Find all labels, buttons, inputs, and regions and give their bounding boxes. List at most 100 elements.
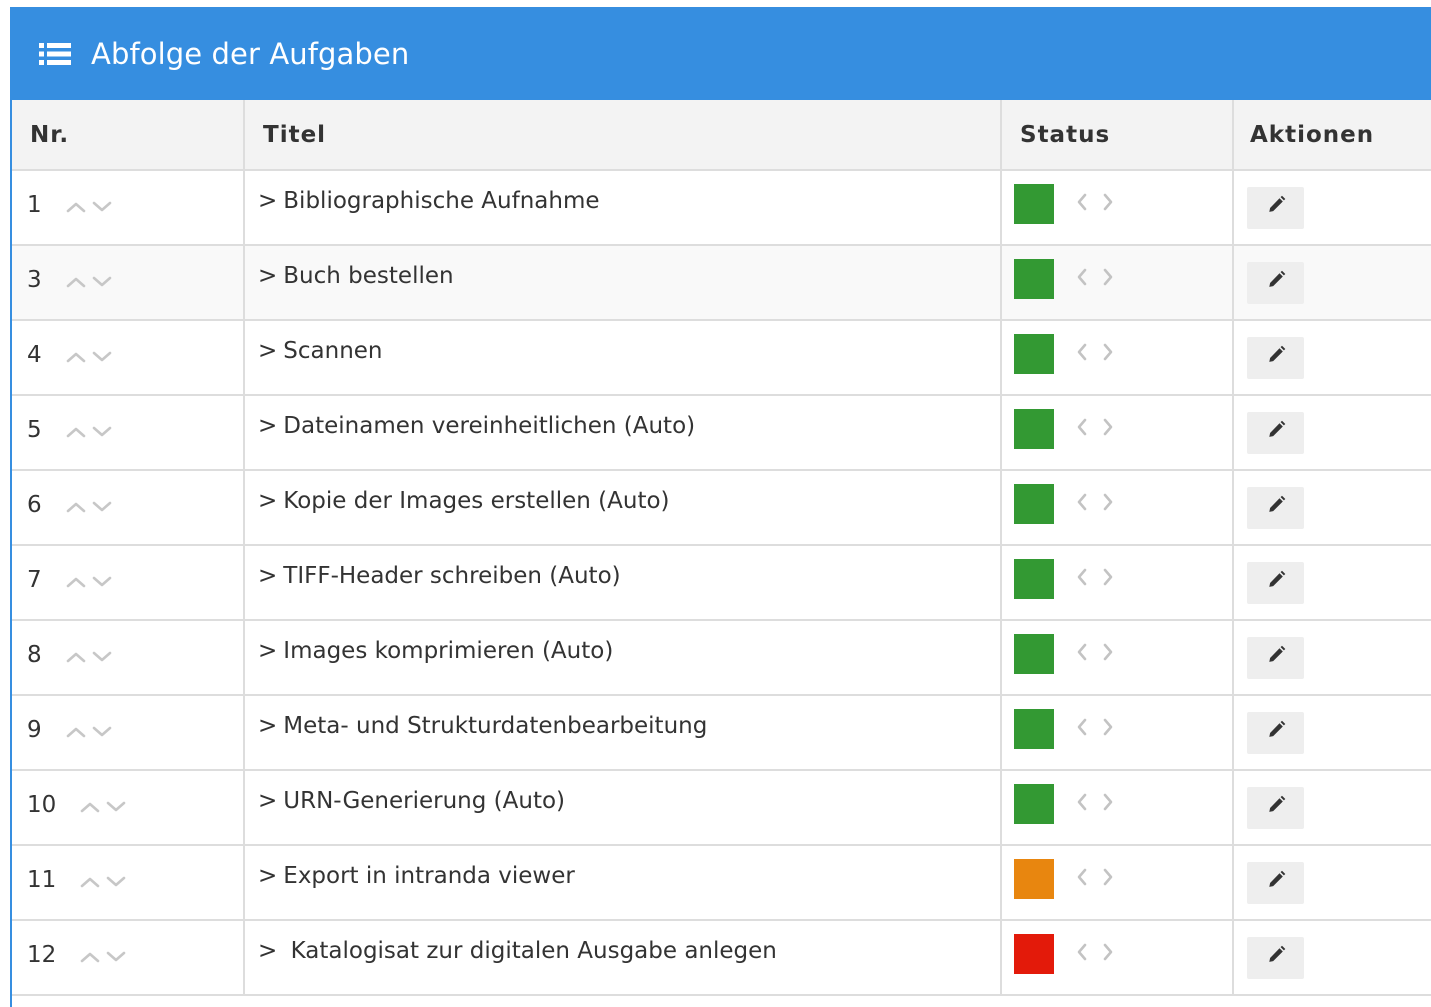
task-title-toggle[interactable]: > Export in intranda viewer — [246, 847, 999, 889]
task-title-toggle[interactable]: > Images komprimieren (Auto) — [246, 622, 999, 664]
move-up-icon[interactable] — [65, 494, 87, 520]
task-number: 4 — [27, 341, 42, 368]
status-previous-icon[interactable] — [1076, 942, 1088, 968]
pencil-icon — [1266, 645, 1286, 671]
chevron-right-icon: > — [258, 938, 278, 964]
edit-task-button[interactable] — [1247, 937, 1304, 979]
actions-cell — [1233, 545, 1431, 621]
task-title-toggle[interactable]: > Bibliographische Aufnahme — [246, 172, 999, 214]
chevron-right-icon: > — [258, 263, 278, 289]
move-up-icon[interactable] — [79, 944, 101, 970]
task-number: 11 — [27, 866, 57, 893]
move-up-icon[interactable] — [65, 644, 87, 670]
task-title: Katalogisat zur digitalen Ausgabe anlege… — [283, 938, 777, 964]
task-title-toggle[interactable]: > Kopie der Images erstellen (Auto) — [246, 472, 999, 514]
move-up-icon[interactable] — [65, 719, 87, 745]
move-up-icon[interactable] — [65, 344, 87, 370]
status-indicator — [1014, 484, 1054, 524]
status-next-icon[interactable] — [1102, 792, 1114, 818]
column-header-status: Status — [1001, 100, 1234, 171]
status-indicator — [1014, 784, 1054, 824]
status-next-icon[interactable] — [1102, 642, 1114, 668]
actions-cell — [1233, 770, 1431, 846]
move-down-icon[interactable] — [91, 269, 113, 295]
status-previous-icon[interactable] — [1076, 717, 1088, 743]
edit-task-button[interactable] — [1247, 412, 1304, 454]
status-next-icon[interactable] — [1102, 492, 1114, 518]
move-up-icon[interactable] — [65, 569, 87, 595]
status-previous-icon[interactable] — [1076, 642, 1088, 668]
task-title-toggle[interactable]: > URN-Generierung (Auto) — [246, 772, 999, 814]
nr-cell: 10 — [12, 770, 245, 846]
status-previous-icon[interactable] — [1076, 267, 1088, 293]
edit-task-button[interactable] — [1247, 262, 1304, 304]
move-up-icon[interactable] — [65, 194, 87, 220]
chevron-right-icon: > — [258, 338, 278, 364]
edit-task-button[interactable] — [1247, 787, 1304, 829]
move-down-icon[interactable] — [91, 419, 113, 445]
move-down-icon[interactable] — [105, 794, 127, 820]
task-title-toggle[interactable]: > Katalogisat zur digitalen Ausgabe anle… — [246, 922, 999, 964]
edit-task-button[interactable] — [1247, 637, 1304, 679]
edit-task-button[interactable] — [1247, 862, 1304, 904]
move-up-icon[interactable] — [79, 869, 101, 895]
task-title-toggle[interactable]: > Scannen — [246, 322, 999, 364]
task-number: 1 — [27, 191, 42, 218]
move-down-icon[interactable] — [91, 569, 113, 595]
status-next-icon[interactable] — [1102, 417, 1114, 443]
table-row: 1 > Bibliographische Aufnahme — [12, 170, 1431, 246]
status-previous-icon[interactable] — [1076, 867, 1088, 893]
move-down-icon[interactable] — [91, 194, 113, 220]
status-previous-icon[interactable] — [1076, 342, 1088, 368]
status-next-icon[interactable] — [1102, 342, 1114, 368]
status-next-icon[interactable] — [1102, 717, 1114, 743]
status-previous-icon[interactable] — [1076, 492, 1088, 518]
status-previous-icon[interactable] — [1076, 567, 1088, 593]
status-next-icon[interactable] — [1102, 192, 1114, 218]
move-down-icon[interactable] — [105, 869, 127, 895]
move-down-icon[interactable] — [91, 719, 113, 745]
edit-task-button[interactable] — [1247, 712, 1304, 754]
move-up-icon[interactable] — [65, 269, 87, 295]
move-up-icon[interactable] — [65, 419, 87, 445]
chevron-right-icon: > — [258, 488, 278, 514]
status-next-icon[interactable] — [1102, 942, 1114, 968]
status-cell — [1001, 620, 1234, 696]
status-cell — [1001, 545, 1234, 621]
task-title: TIFF-Header schreiben (Auto) — [283, 563, 621, 589]
status-next-icon[interactable] — [1102, 867, 1114, 893]
status-next-icon[interactable] — [1102, 567, 1114, 593]
chevron-right-icon: > — [258, 713, 278, 739]
task-title: Images komprimieren (Auto) — [283, 638, 614, 664]
move-down-icon[interactable] — [91, 644, 113, 670]
status-previous-icon[interactable] — [1076, 792, 1088, 818]
edit-task-button[interactable] — [1247, 337, 1304, 379]
edit-task-button[interactable] — [1247, 487, 1304, 529]
pencil-icon — [1266, 795, 1286, 821]
task-title-toggle[interactable]: > Meta- und Strukturdatenbearbeitung — [246, 697, 999, 739]
actions-cell — [1233, 470, 1431, 546]
task-sequence-panel: Abfolge der Aufgaben Nr. Titel Status Ak… — [10, 7, 1431, 1007]
task-title-toggle[interactable]: > Dateinamen vereinheitlichen (Auto) — [246, 397, 999, 439]
nr-cell: 11 — [12, 845, 245, 921]
status-previous-icon[interactable] — [1076, 417, 1088, 443]
edit-task-button[interactable] — [1247, 562, 1304, 604]
move-down-icon[interactable] — [91, 494, 113, 520]
status-next-icon[interactable] — [1102, 267, 1114, 293]
task-title-toggle[interactable]: > TIFF-Header schreiben (Auto) — [246, 547, 999, 589]
chevron-right-icon: > — [258, 863, 278, 889]
status-cell — [1001, 920, 1234, 996]
nr-cell: 6 — [12, 470, 245, 546]
task-title-toggle[interactable]: > Buch bestellen — [246, 247, 999, 289]
move-down-icon[interactable] — [91, 344, 113, 370]
edit-task-button[interactable] — [1247, 187, 1304, 229]
pencil-icon — [1266, 495, 1286, 521]
move-down-icon[interactable] — [105, 944, 127, 970]
status-cell — [1001, 845, 1234, 921]
task-title: Kopie der Images erstellen (Auto) — [283, 488, 670, 514]
status-previous-icon[interactable] — [1076, 192, 1088, 218]
pencil-icon — [1266, 945, 1286, 971]
move-up-icon[interactable] — [79, 794, 101, 820]
actions-cell — [1233, 245, 1431, 321]
nr-cell: 5 — [12, 395, 245, 471]
